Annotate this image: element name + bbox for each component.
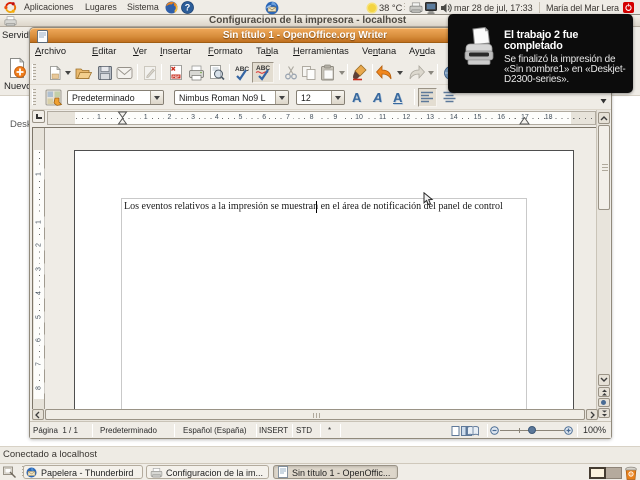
svg-text:PDF: PDF: [172, 75, 180, 79]
svg-text:?: ?: [185, 3, 191, 13]
svg-text:ABC: ABC: [235, 66, 249, 73]
